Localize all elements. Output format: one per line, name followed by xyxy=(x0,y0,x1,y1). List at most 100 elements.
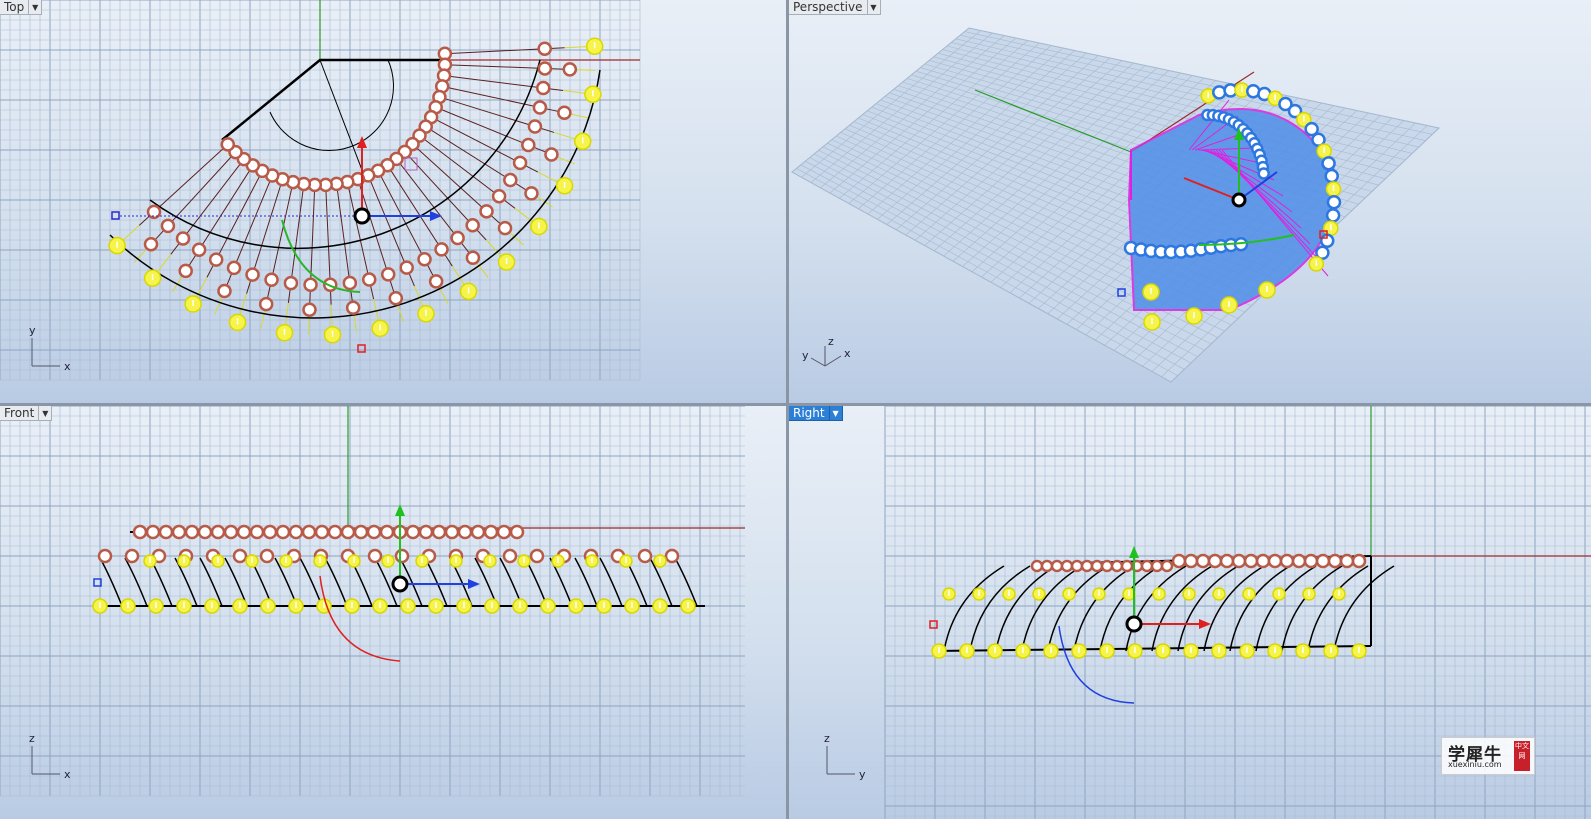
control-point xyxy=(497,220,513,236)
control-point xyxy=(664,548,680,564)
control-point xyxy=(361,272,377,287)
control-point xyxy=(537,41,552,57)
section-curve xyxy=(1177,565,1239,652)
control-point xyxy=(1160,559,1174,573)
control-point xyxy=(132,524,148,540)
control-point-blue xyxy=(1324,168,1339,184)
control-point xyxy=(197,524,213,540)
viewport-title-front[interactable]: Front ▼ xyxy=(0,406,53,421)
control-point xyxy=(470,524,486,540)
gumball-center xyxy=(1125,615,1143,633)
control-point xyxy=(367,548,383,564)
control-point xyxy=(249,524,265,540)
control-point-blue xyxy=(1257,167,1270,180)
control-point xyxy=(184,524,200,540)
viewport-title-top[interactable]: Top ▼ xyxy=(0,0,43,15)
viewport-front[interactable]: xz Front ▼ xyxy=(0,406,786,819)
control-point xyxy=(178,263,193,279)
control-point xyxy=(353,524,369,540)
axis-icon-x xyxy=(824,355,842,367)
control-point xyxy=(302,302,317,318)
control-point xyxy=(1070,559,1084,573)
chevron-down-icon[interactable]: ▼ xyxy=(39,406,53,421)
viewport-title-perspective[interactable]: Perspective ▼ xyxy=(789,0,881,15)
control-point xyxy=(1243,553,1259,569)
control-point xyxy=(562,62,578,77)
axis-label-x: x xyxy=(844,347,851,360)
control-point xyxy=(418,524,434,540)
control-point xyxy=(288,524,304,540)
control-point xyxy=(457,524,473,540)
axis-label-h: x xyxy=(64,360,71,373)
control-point xyxy=(262,524,278,540)
axis-label-h: x xyxy=(64,768,71,781)
point-marker xyxy=(929,620,938,629)
control-point xyxy=(431,524,447,540)
chevron-down-icon[interactable]: ▼ xyxy=(867,0,881,15)
section-curve xyxy=(1229,565,1291,652)
control-point xyxy=(342,275,358,291)
control-point xyxy=(171,524,187,540)
control-point xyxy=(529,548,545,564)
viewport-perspective[interactable]: xz y Perspective ▼ xyxy=(789,0,1591,403)
control-point xyxy=(532,100,548,115)
control-point xyxy=(223,524,239,540)
axis-label-v: z xyxy=(824,732,830,745)
section-curve xyxy=(1099,565,1161,652)
viewport-name-perspective[interactable]: Perspective xyxy=(789,0,868,15)
gumball-center xyxy=(353,207,371,225)
front-viewport-canvas[interactable]: xz xyxy=(0,406,786,819)
control-point xyxy=(1255,553,1271,569)
viewport-title-right[interactable]: Right ▼ xyxy=(789,406,843,421)
chevron-down-icon[interactable]: ▼ xyxy=(29,0,43,15)
axis-label-y: y xyxy=(802,349,809,362)
control-point xyxy=(226,260,242,276)
control-point xyxy=(345,300,361,316)
control-point xyxy=(483,524,499,540)
axis-icon-right: yz xyxy=(824,732,866,781)
control-point xyxy=(275,524,291,540)
control-point xyxy=(145,524,161,540)
gumball-right-arrow xyxy=(468,579,480,589)
control-point xyxy=(259,548,275,564)
viewport-top[interactable]: xy Top ▼ xyxy=(0,0,786,403)
control-point xyxy=(491,188,507,204)
control-point xyxy=(1060,559,1074,573)
control-point xyxy=(340,524,356,540)
control-point xyxy=(124,548,140,564)
section-curve xyxy=(1047,565,1109,652)
control-point xyxy=(637,548,653,564)
watermark-badge: 中文网 xyxy=(1514,741,1530,771)
control-point xyxy=(557,105,572,120)
axis-label-z: z xyxy=(828,335,834,348)
axis-icon-perspective: xz y xyxy=(802,335,851,367)
control-point xyxy=(1090,559,1104,573)
control-point xyxy=(264,272,279,287)
perspective-viewport-canvas[interactable]: xz y xyxy=(789,0,1591,403)
control-point xyxy=(405,524,421,540)
control-point xyxy=(236,524,252,540)
control-point xyxy=(1120,559,1134,573)
chevron-down-icon[interactable]: ▼ xyxy=(829,406,843,421)
control-point xyxy=(1207,553,1223,569)
viewport-name-right[interactable]: Right xyxy=(789,406,830,421)
control-point xyxy=(1183,553,1199,569)
control-point xyxy=(1351,553,1367,569)
gumball-up-arrow xyxy=(1129,546,1139,558)
control-point xyxy=(314,524,330,540)
control-point xyxy=(1339,553,1355,569)
control-point xyxy=(283,275,299,291)
control-point xyxy=(175,231,191,246)
control-point xyxy=(191,242,207,258)
viewport-name-front[interactable]: Front xyxy=(0,406,40,421)
control-point xyxy=(444,524,460,540)
control-point xyxy=(1279,553,1295,569)
viewport-name-top[interactable]: Top xyxy=(0,0,30,15)
control-point xyxy=(399,260,414,275)
control-point xyxy=(544,147,559,162)
top-viewport-canvas[interactable]: xy xyxy=(0,0,786,403)
control-point xyxy=(465,250,481,266)
section-curve xyxy=(969,565,1031,652)
control-point xyxy=(496,524,512,540)
control-point xyxy=(502,548,518,564)
